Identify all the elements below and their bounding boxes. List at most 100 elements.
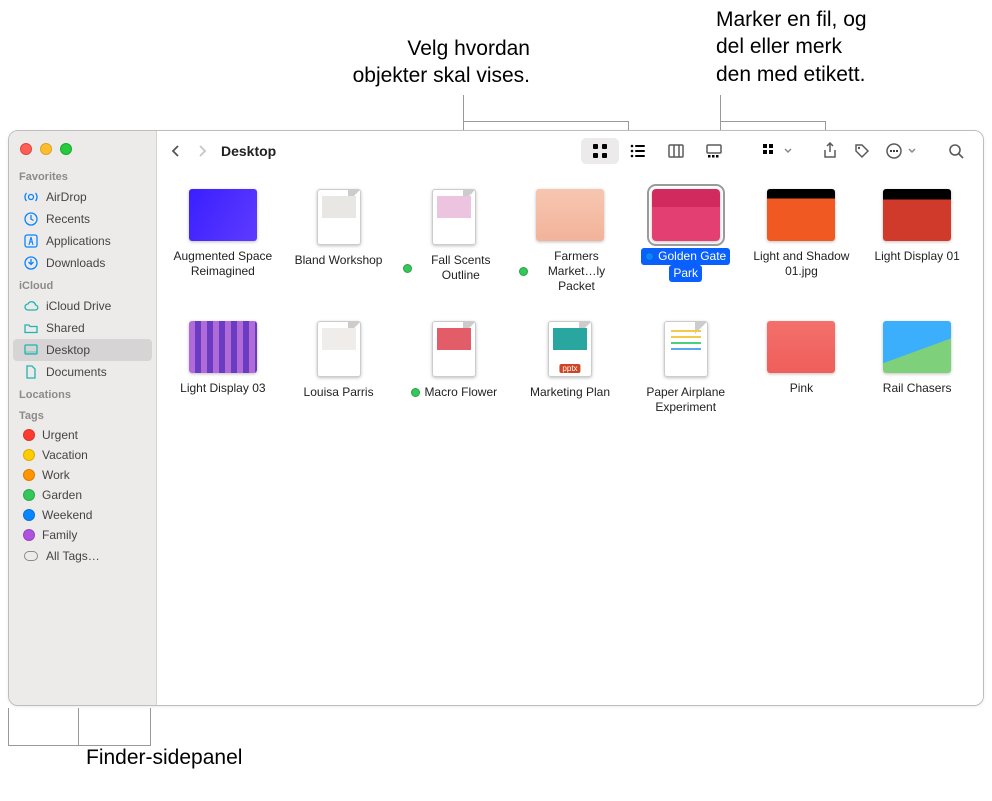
finder-window: Favorites AirDrop Recents Applications D… [8,130,984,706]
callout-line [8,745,79,746]
sidebar-section-favorites: Favorites [9,165,156,186]
file-item[interactable]: Light Display 01 [859,189,975,295]
file-thumbnail [767,189,835,241]
file-item[interactable]: Light and Shadow 01.jpg [744,189,860,295]
forward-button[interactable] [191,137,213,165]
chevron-down-icon [907,146,917,156]
sidebar-tag-garden[interactable]: Garden [13,485,152,505]
file-name: Louisa Parris [300,384,378,401]
view-columns-button[interactable] [657,138,695,164]
sidebar-item-label: Shared [46,321,85,335]
sidebar-item-label: All Tags… [46,549,100,563]
file-badge: pptx [559,364,580,373]
file-item[interactable]: Farmers Market…ly Packet [512,189,628,295]
sidebar-item-label: AirDrop [46,190,87,204]
sidebar-item-downloads[interactable]: Downloads [13,252,152,274]
sidebar-item-recents[interactable]: Recents [13,208,152,230]
applications-icon [23,233,39,249]
sidebar-tag-weekend[interactable]: Weekend [13,505,152,525]
sidebar-tag-vacation[interactable]: Vacation [13,445,152,465]
file-item[interactable]: Pink [744,321,860,416]
sidebar-section-locations: Locations [9,383,156,404]
desktop-icon [23,342,39,358]
tag-dot-icon [519,267,528,276]
file-thumbnail [883,189,951,241]
file-item[interactable]: Bland Workshop [281,189,397,295]
sidebar-item-shared[interactable]: Shared [13,317,152,339]
sidebar-item-all-tags[interactable]: All Tags… [13,545,152,567]
zoom-button[interactable] [60,143,72,155]
sidebar-item-label: Desktop [46,343,90,357]
sidebar-item-desktop[interactable]: Desktop [13,339,152,361]
callout-sidebar: Finder-sidepanel [86,744,242,771]
file-name: Farmers Market…ly Packet [515,248,625,295]
tag-dot-icon [23,529,35,541]
file-name: Golden GatePark [641,248,730,282]
sidebar-item-airdrop[interactable]: AirDrop [13,186,152,208]
file-name: Rail Chasers [879,380,956,397]
callout-line [463,95,464,121]
callout-line [150,708,151,746]
file-item[interactable]: Macro Flower [396,321,512,416]
file-thumbnail [767,321,835,373]
sidebar-item-label: Downloads [46,256,105,270]
file-thumbnail [189,189,257,241]
downloads-icon [23,255,39,271]
file-item[interactable]: Fall Scents Outline [396,189,512,295]
chevron-down-icon [783,146,793,156]
all-tags-icon [23,548,39,564]
sidebar-item-applications[interactable]: Applications [13,230,152,252]
tag-dot-icon [23,489,35,501]
tag-dot-icon [23,509,35,521]
main-panel: Desktop [157,131,983,705]
tag-dot-icon [403,264,412,273]
sidebar-item-label: Urgent [42,428,78,442]
file-thumbnail [664,321,708,377]
clock-icon [23,211,39,227]
callout-line [720,121,825,122]
minimize-button[interactable] [40,143,52,155]
file-thumbnail [536,189,604,241]
close-button[interactable] [20,143,32,155]
sidebar-section-tags: Tags [9,404,156,425]
tags-button[interactable] [847,138,877,164]
file-name: Light Display 01 [870,248,963,265]
document-icon [23,364,39,380]
search-button[interactable] [941,138,971,164]
file-item[interactable]: Louisa Parris [281,321,397,416]
file-name: Marketing Plan [526,384,614,401]
sidebar-item-documents[interactable]: Documents [13,361,152,383]
sidebar-tag-family[interactable]: Family [13,525,152,545]
back-button[interactable] [165,137,187,165]
file-item[interactable]: Light Display 03 [165,321,281,416]
file-item[interactable]: pptx Marketing Plan [512,321,628,416]
view-mode-segment [581,138,733,164]
sidebar-item-icloud-drive[interactable]: iCloud Drive [13,295,152,317]
sidebar-tag-urgent[interactable]: Urgent [13,425,152,445]
share-button[interactable] [815,138,845,164]
sidebar-item-label: Work [42,468,70,482]
sidebar-item-label: iCloud Drive [46,299,111,313]
callout-line [78,708,79,745]
tag-dot-icon [411,388,420,397]
file-name: Light Display 03 [176,380,269,397]
file-item[interactable]: Rail Chasers [859,321,975,416]
tag-dot-icon [23,429,35,441]
file-name: Paper Airplane Experiment [631,384,741,416]
more-button[interactable] [879,138,909,164]
file-item[interactable]: Augmented Space Reimagined [165,189,281,295]
shared-folder-icon [23,320,39,336]
airdrop-icon [23,189,39,205]
sidebar-tag-work[interactable]: Work [13,465,152,485]
file-name: Fall Scents Outline [399,252,509,284]
tag-dot-icon [23,469,35,481]
file-item[interactable]: Paper Airplane Experiment [628,321,744,416]
group-by-button[interactable] [755,138,785,164]
tag-dot-icon [23,449,35,461]
view-icons-button[interactable] [581,138,619,164]
file-name: Pink [786,380,817,397]
view-gallery-button[interactable] [695,138,733,164]
view-list-button[interactable] [619,138,657,164]
file-thumbnail [317,189,361,245]
file-item[interactable]: Golden GatePark [628,189,744,295]
